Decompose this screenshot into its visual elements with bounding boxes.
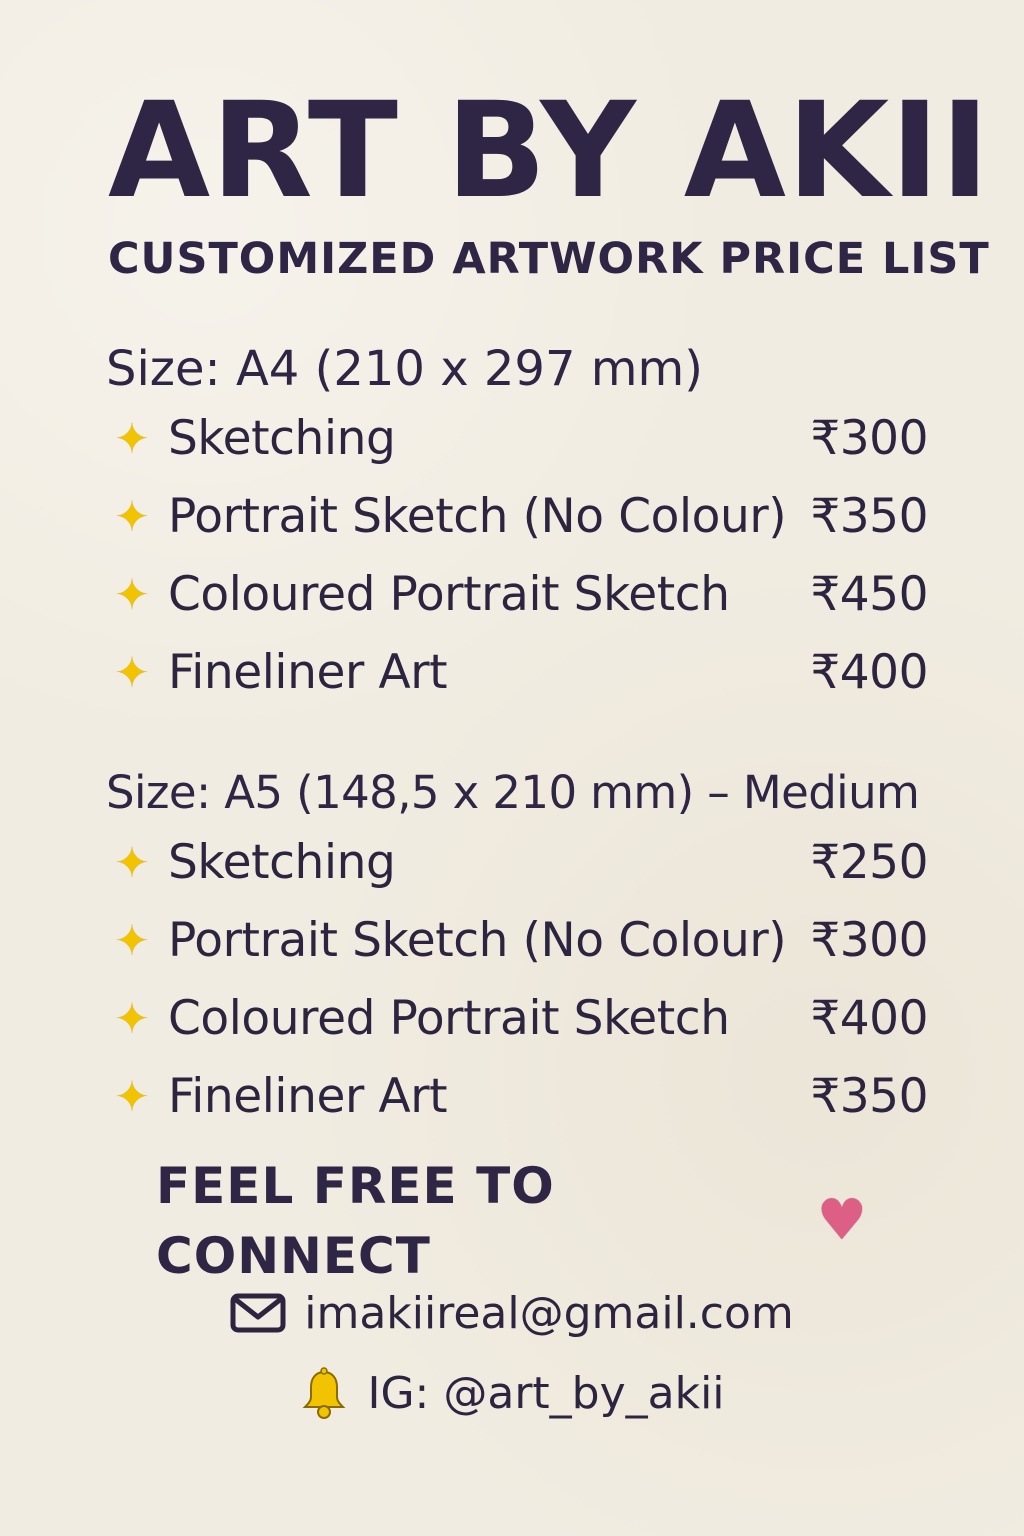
heart-icon: ♥: [816, 1188, 868, 1253]
sparkle-icon: ✦: [114, 414, 150, 463]
price-row-a5-portrait-sketch: ✦ Portrait Sketch (No Colour) ₹300: [106, 902, 928, 980]
sparkle-icon: ✦: [114, 492, 150, 541]
email-address[interactable]: imakiireal@gmail.com: [304, 1288, 794, 1339]
item-price: ₹400: [810, 645, 928, 700]
email-contact-row[interactable]: imakiireal@gmail.com: [0, 1280, 1024, 1346]
price-row-a4-sketching: ✦ Sketching ₹300: [106, 400, 928, 478]
item-name: Coloured Portrait Sketch: [168, 567, 730, 622]
sparkle-icon: ✦: [114, 994, 150, 1043]
item-price: ₹350: [810, 489, 928, 544]
price-row-a4-coloured-portrait: ✦ Coloured Portrait Sketch ₹450: [106, 556, 928, 634]
instagram-handle[interactable]: IG: @art_by_akii: [367, 1368, 724, 1419]
connect-heading-row: FEEL FREE TO CONNECT ♥: [156, 1157, 868, 1285]
price-row-a4-fineliner-art: ✦ Fineliner Art ₹400: [106, 634, 928, 712]
item-price: ₹400: [810, 991, 928, 1046]
price-row-a5-coloured-portrait: ✦ Coloured Portrait Sketch ₹400: [106, 980, 928, 1058]
connect-heading: FEEL FREE TO CONNECT: [156, 1157, 555, 1285]
price-row-a4-portrait-sketch: ✦ Portrait Sketch (No Colour) ₹350: [106, 478, 928, 556]
bell-icon: [303, 1367, 346, 1419]
price-list-poster: ART BY AKII CUSTOMIZED ARTWORK PRICE LIS…: [0, 0, 1024, 1536]
item-name: Sketching: [168, 411, 396, 466]
item-name: Portrait Sketch (No Colour): [168, 913, 787, 968]
size-a5-section: Size: A5 (148,5 x 210 mm) – Medium ✦ Ske…: [106, 762, 928, 1136]
item-name: Portrait Sketch (No Colour): [168, 489, 787, 544]
item-price: ₹300: [810, 411, 928, 466]
item-price: ₹250: [810, 835, 928, 890]
sparkle-icon: ✦: [114, 838, 150, 887]
sparkle-icon: ✦: [114, 648, 150, 697]
sparkle-icon: ✦: [114, 1072, 150, 1121]
item-price: ₹300: [810, 913, 928, 968]
item-price: ₹350: [810, 1069, 928, 1124]
price-row-a5-fineliner-art: ✦ Fineliner Art ₹350: [106, 1058, 928, 1136]
size-a4-section: Size: A4 (210 x 297 mm) ✦ Sketching ₹300…: [106, 338, 928, 712]
page-subtitle: CUSTOMIZED ARTWORK PRICE LIST: [108, 234, 990, 284]
section-heading-a4: Size: A4 (210 x 297 mm): [106, 341, 703, 397]
instagram-contact-row[interactable]: IG: @art_by_akii: [0, 1360, 1024, 1426]
page-title: ART BY AKII: [108, 74, 991, 228]
section-heading-a5: Size: A5 (148,5 x 210 mm) – Medium: [106, 766, 920, 819]
item-name: Fineliner Art: [168, 1069, 448, 1124]
envelope-icon: [230, 1293, 286, 1333]
sparkle-icon: ✦: [114, 570, 150, 619]
item-price: ₹450: [810, 567, 928, 622]
sparkle-icon: ✦: [114, 916, 150, 965]
item-name: Sketching: [168, 835, 396, 890]
item-name: Fineliner Art: [168, 645, 448, 700]
price-row-a5-sketching: ✦ Sketching ₹250: [106, 824, 928, 902]
item-name: Coloured Portrait Sketch: [168, 991, 730, 1046]
